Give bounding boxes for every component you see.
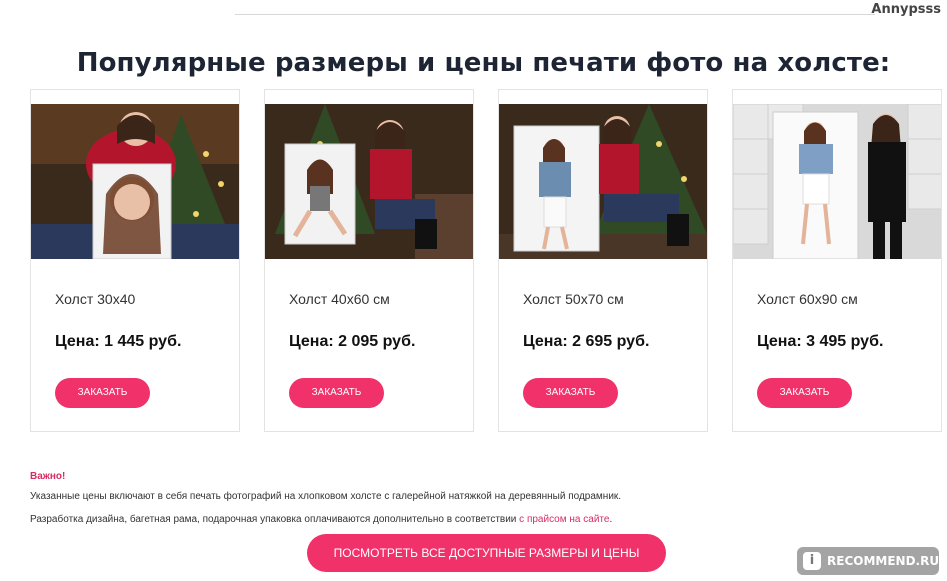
product-photo-60x90	[733, 104, 941, 259]
product-photo-50x70	[499, 104, 707, 259]
product-card-40x60[interactable]: Холст 40х60 см Цена: 2 095 руб. ЗАКАЗАТЬ	[264, 89, 474, 432]
product-size: Холст 30х40	[55, 291, 136, 307]
note-line-1: Указанные цены включают в себя печать фо…	[30, 491, 622, 502]
order-button[interactable]: ЗАКАЗАТЬ	[757, 378, 852, 408]
page-title: Популярные размеры и цены печати фото на…	[76, 48, 891, 78]
price-list-link[interactable]: с прайсом на сайте	[519, 514, 609, 525]
note-line-2-end: .	[609, 514, 613, 525]
note-line-2-text: Разработка дизайна, багетная рама, подар…	[30, 514, 520, 525]
product-photo-40x60	[265, 104, 473, 259]
product-price: Цена: 2 695 руб.	[523, 333, 650, 350]
recommend-logo-icon: i	[803, 552, 821, 570]
note-line-2: Разработка дизайна, багетная рама, подар…	[30, 514, 612, 525]
important-label: Важно!	[30, 471, 66, 482]
product-cards: Холст 30х40 Цена: 1 445 руб. ЗАКАЗАТЬ Хо…	[30, 89, 942, 432]
recommend-watermark: i RECOMMEND.RU	[797, 547, 939, 575]
product-card-50x70[interactable]: Холст 50х70 см Цена: 2 695 руб. ЗАКАЗАТЬ	[498, 89, 708, 432]
product-card-30x40[interactable]: Холст 30х40 Цена: 1 445 руб. ЗАКАЗАТЬ	[30, 89, 240, 432]
order-button[interactable]: ЗАКАЗАТЬ	[289, 378, 384, 408]
product-size: Холст 50х70 см	[523, 291, 624, 307]
order-button[interactable]: ЗАКАЗАТЬ	[523, 378, 618, 408]
product-card-60x90[interactable]: Холст 60х90 см Цена: 3 495 руб. ЗАКАЗАТЬ	[732, 89, 942, 432]
watermark-username: Annypsss	[871, 2, 941, 17]
product-price: Цена: 1 445 руб.	[55, 333, 182, 350]
product-size: Холст 60х90 см	[757, 291, 858, 307]
top-divider	[235, 14, 875, 15]
order-button[interactable]: ЗАКАЗАТЬ	[55, 378, 150, 408]
product-price: Цена: 3 495 руб.	[757, 333, 884, 350]
product-size: Холст 40х60 см	[289, 291, 390, 307]
view-all-sizes-button[interactable]: ПОСМОТРЕТЬ ВСЕ ДОСТУПНЫЕ РАЗМЕРЫ И ЦЕНЫ	[307, 534, 666, 572]
recommend-watermark-text: RECOMMEND.RU	[827, 554, 940, 568]
product-photo-30x40	[31, 104, 239, 259]
product-price: Цена: 2 095 руб.	[289, 333, 416, 350]
